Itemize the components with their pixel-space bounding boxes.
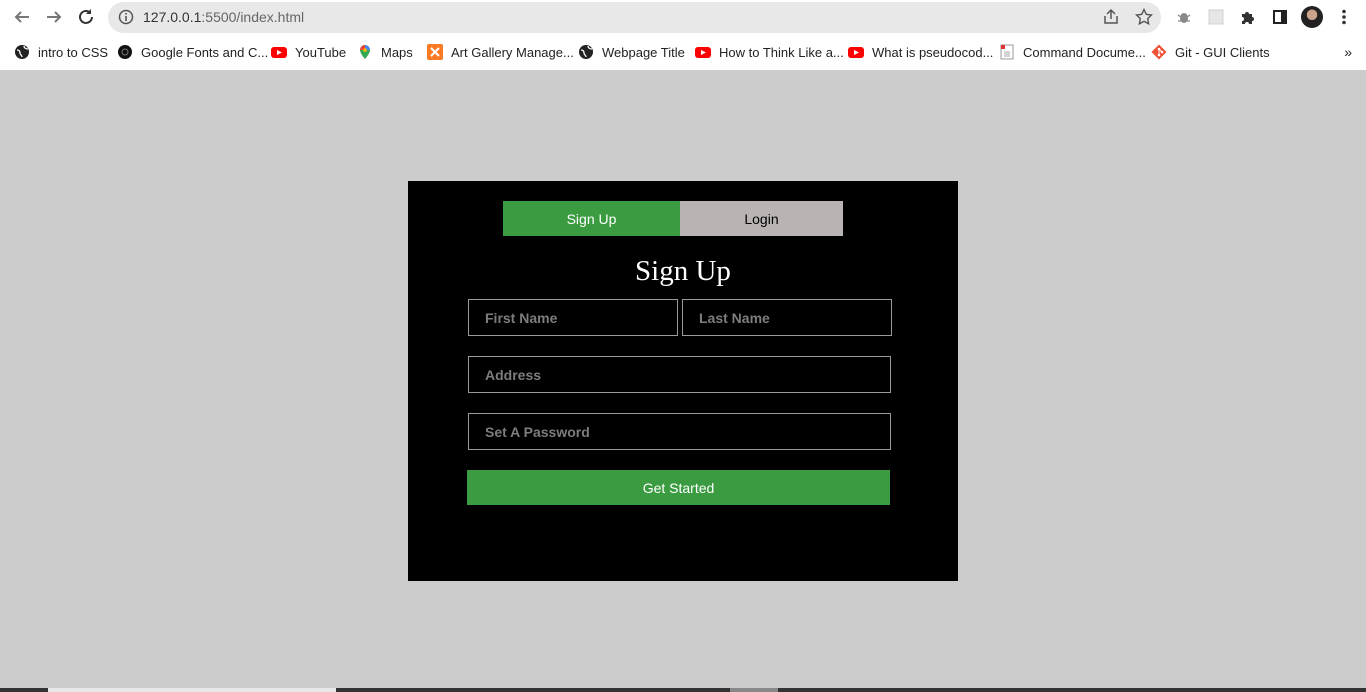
extension-placeholder-icon[interactable] bbox=[1205, 6, 1227, 28]
last-name-input[interactable] bbox=[682, 299, 892, 336]
bookmark-how-to-think[interactable]: How to Think Like a... bbox=[695, 43, 844, 61]
bookmark-star-icon[interactable] bbox=[1134, 7, 1154, 26]
bookmark-label: Git - GUI Clients bbox=[1175, 44, 1270, 60]
globe-icon bbox=[14, 44, 30, 60]
forward-arrow-icon[interactable] bbox=[42, 5, 66, 29]
bookmark-maps[interactable]: Maps bbox=[357, 43, 413, 61]
bookmark-google-fonts[interactable]: Google Fonts and C... bbox=[117, 43, 268, 61]
taskbar-strip bbox=[0, 688, 1366, 692]
password-input[interactable] bbox=[468, 413, 891, 450]
maps-pin-icon bbox=[357, 44, 373, 60]
url-path: :5500/index.html bbox=[201, 9, 305, 25]
more-bookmarks-chevron[interactable]: » bbox=[1344, 44, 1352, 60]
bookmark-pseudocode[interactable]: What is pseudocod... bbox=[848, 43, 993, 61]
bookmark-art-gallery[interactable]: Art Gallery Manage... bbox=[427, 43, 574, 61]
bug-extension-icon[interactable] bbox=[1173, 6, 1195, 28]
address-input[interactable] bbox=[468, 356, 891, 393]
bookmark-label: Google Fonts and C... bbox=[141, 44, 269, 60]
bookmark-label: intro to CSS bbox=[38, 44, 109, 60]
xampp-icon bbox=[427, 44, 443, 60]
bookmark-label: Art Gallery Manage... bbox=[451, 44, 574, 60]
bookmark-label: How to Think Like a... bbox=[719, 44, 844, 60]
tab-signup[interactable]: Sign Up bbox=[503, 201, 680, 236]
globe-icon bbox=[578, 44, 594, 60]
kebab-menu-icon[interactable] bbox=[1333, 6, 1355, 28]
bookmarks-bar: intro to CSS Google Fonts and C... YouTu… bbox=[0, 35, 1366, 70]
url-text: 127.0.0.1:5500/index.html bbox=[143, 9, 304, 25]
bookmark-git-gui[interactable]: Git - GUI Clients bbox=[1151, 43, 1270, 61]
share-icon[interactable] bbox=[1102, 8, 1120, 26]
bookmark-label: Webpage Title bbox=[602, 44, 685, 60]
bookmark-webpage-title[interactable]: Webpage Title bbox=[578, 43, 685, 61]
bookmark-youtube[interactable]: YouTube bbox=[271, 43, 346, 61]
git-icon bbox=[1151, 44, 1167, 60]
url-host: 127.0.0.1 bbox=[143, 9, 202, 25]
reload-icon[interactable] bbox=[74, 5, 98, 29]
taskbar-segment bbox=[48, 688, 336, 692]
extensions-puzzle-icon[interactable] bbox=[1237, 6, 1259, 28]
first-name-input[interactable] bbox=[468, 299, 678, 336]
circle-dark-icon bbox=[117, 44, 133, 60]
bookmark-command-docs[interactable]: Command Docume... bbox=[999, 43, 1146, 61]
bookmark-label: Maps bbox=[381, 44, 413, 60]
youtube-icon bbox=[695, 44, 711, 60]
get-started-button[interactable]: Get Started bbox=[467, 470, 890, 505]
address-bar[interactable]: 127.0.0.1:5500/index.html bbox=[108, 2, 1161, 33]
browser-toolbar: 127.0.0.1:5500/index.html bbox=[0, 0, 1366, 35]
site-info-icon[interactable] bbox=[118, 9, 134, 25]
bookmark-label: YouTube bbox=[295, 44, 347, 60]
youtube-icon bbox=[271, 44, 287, 60]
bookmark-intro-to-css[interactable]: intro to CSS bbox=[14, 43, 108, 61]
bookmark-label: What is pseudocod... bbox=[872, 44, 994, 60]
document-icon bbox=[999, 44, 1015, 60]
page-background: Sign Up Login Sign Up Get Started bbox=[0, 70, 1366, 692]
profile-avatar[interactable] bbox=[1301, 6, 1323, 28]
form-heading: Sign Up bbox=[635, 255, 731, 287]
side-panel-icon[interactable] bbox=[1269, 6, 1291, 28]
bookmark-label: Command Docume... bbox=[1023, 44, 1146, 60]
tab-login[interactable]: Login bbox=[680, 201, 843, 236]
taskbar-segment bbox=[730, 688, 778, 692]
signup-card: Sign Up Login Sign Up Get Started bbox=[408, 181, 958, 581]
youtube-icon bbox=[848, 44, 864, 60]
back-arrow-icon[interactable] bbox=[10, 5, 34, 29]
